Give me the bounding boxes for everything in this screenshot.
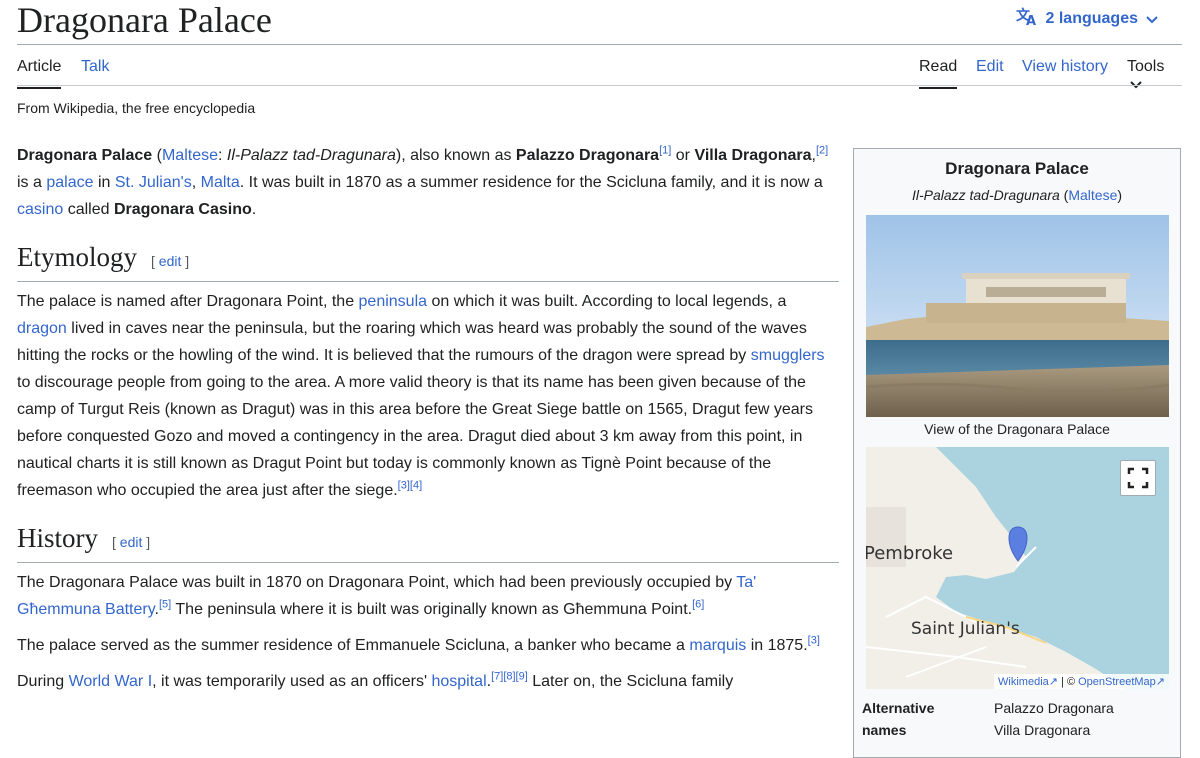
text: in <box>93 174 115 191</box>
text: . <box>251 201 257 218</box>
history-paragraph-1: The Dragonara Palace was built in 1870 o… <box>17 569 839 623</box>
text: ) <box>1117 187 1123 203</box>
chevron-down-icon <box>1146 11 1158 27</box>
translate-icon: 文A <box>1016 6 1038 31</box>
link-palace[interactable]: palace <box>46 174 93 191</box>
alt-name: Villa Dragonara <box>994 722 1091 738</box>
external-link-icon: ↗ <box>1155 676 1165 688</box>
languages-label: 2 languages <box>1045 9 1138 27</box>
map-attribution: Wikimedia↗ | © OpenStreetMap↗ <box>994 674 1169 689</box>
ref-2[interactable]: [2] <box>816 145 828 157</box>
tagline: From Wikipedia, the free encyclopedia <box>17 100 256 116</box>
link-openstreetmap[interactable]: OpenStreetMap <box>1078 676 1156 688</box>
location-map[interactable]: Pembroke Saint Julian's Wikimedia↗ | © O… <box>866 447 1169 689</box>
link-hospital[interactable]: hospital <box>431 673 486 690</box>
ref-7[interactable]: [7] <box>491 671 503 683</box>
text: . It was built in 1870 as a summer resid… <box>239 174 823 191</box>
text: The palace is named after Dragonara Poin… <box>17 293 359 310</box>
link-maltese[interactable]: Maltese <box>162 147 218 164</box>
native-name: Il-Palazz tad-Dragunara <box>911 187 1060 203</box>
page-tabs: Article Talk Read Edit View history Tool… <box>17 50 1182 89</box>
text: , it was temporarily used as an officers… <box>152 673 432 690</box>
link-smugglers[interactable]: smugglers <box>751 347 825 364</box>
tools-menu[interactable]: Tools <box>1127 58 1182 94</box>
fullscreen-icon <box>1127 467 1149 489</box>
text: on which it was built. According to loca… <box>427 293 787 310</box>
infobox: Dragonara Palace Il-Palazz tad-Dragunara… <box>853 148 1181 758</box>
native-name: Il-Palazz tad-Dragunara <box>226 147 396 164</box>
bold-term: Palazzo Dragonara <box>515 147 660 164</box>
tab-talk[interactable]: Talk <box>81 58 109 76</box>
ref-6[interactable]: [6] <box>692 599 704 611</box>
bold-term: Dragonara Palace <box>17 147 153 164</box>
bold-term: Dragonara Casino <box>113 201 252 218</box>
intro-paragraph: Dragonara Palace (Maltese: Il-Palazz tad… <box>17 142 839 223</box>
photo-caption: View of the Dragonara Palace <box>924 421 1110 437</box>
page-title: Dragonara Palace <box>17 0 272 40</box>
edit-section-link[interactable]: edit <box>159 253 182 269</box>
text: is a <box>17 174 47 191</box>
tab-article[interactable]: Article <box>17 58 62 89</box>
link-malta[interactable]: Malta <box>201 174 240 191</box>
ref-3[interactable]: [3] <box>398 480 410 492</box>
external-link-icon: ↗ <box>1048 676 1058 688</box>
etymology-paragraph: The palace is named after Dragonara Poin… <box>17 288 839 504</box>
section-heading-etymology: Etymology[ edit ] <box>17 241 839 282</box>
section-heading-history: History[ edit ] <box>17 522 839 563</box>
ref-9[interactable]: [9] <box>516 671 528 683</box>
text: The Dragonara Palace was built in 1870 o… <box>17 574 737 591</box>
history-paragraph-2: The palace served as the summer residenc… <box>17 632 839 659</box>
link-wikimedia[interactable]: Wikimedia <box>998 676 1049 688</box>
text: lived in caves near the peninsula, but t… <box>17 320 807 364</box>
link-maltese[interactable]: Maltese <box>1068 187 1117 203</box>
ref-5[interactable]: [5] <box>159 599 171 611</box>
palace-photo[interactable] <box>866 215 1169 417</box>
text: The palace served as the summer residenc… <box>17 637 690 654</box>
tab-read[interactable]: Read <box>919 58 958 89</box>
title-divider <box>17 44 1182 45</box>
text: During <box>17 673 69 690</box>
history-paragraph-3: During World War I, it was temporarily u… <box>17 668 839 695</box>
tab-edit[interactable]: Edit <box>976 58 1004 76</box>
svg-text:A: A <box>1026 14 1036 26</box>
text: in 1875. <box>746 637 808 654</box>
infobox-label: Alternative names <box>862 700 935 738</box>
link-peninsula[interactable]: peninsula <box>359 293 428 310</box>
text: : <box>218 147 227 164</box>
text: | © <box>1057 676 1079 688</box>
text: Later on, the Scicluna family <box>527 673 734 690</box>
ref-3[interactable]: [3] <box>808 635 820 647</box>
link-st-julians[interactable]: St. Julian's <box>115 174 192 191</box>
bold-term: Villa Dragonara <box>694 147 812 164</box>
article-body: Dragonara Palace (Maltese: Il-Palazz tad… <box>17 142 839 704</box>
heading-text: Etymology <box>17 242 137 272</box>
ref-8[interactable]: [8] <box>503 671 515 683</box>
link-dragon[interactable]: dragon <box>17 320 67 337</box>
infobox-native-name: Il-Palazz tad-Dragunara (Maltese) <box>854 187 1180 203</box>
text: ), also known as <box>395 147 516 164</box>
infobox-title: Dragonara Palace <box>945 159 1089 178</box>
map-label-saint-julians: Saint Julian's <box>911 619 1020 639</box>
text: The peninsula where it is built was orig… <box>171 601 693 618</box>
edit-section-link[interactable]: edit <box>120 534 143 550</box>
heading-text: History <box>17 523 98 553</box>
ref-4[interactable]: [4] <box>410 480 422 492</box>
ref-1[interactable]: [1] <box>659 145 671 157</box>
link-marquis[interactable]: marquis <box>689 637 746 654</box>
text: called <box>63 201 114 218</box>
link-world-war-i[interactable]: World War I <box>69 673 153 690</box>
infobox-value: Palazzo Dragonara Villa Dragonara <box>994 697 1174 741</box>
text: or <box>671 147 695 164</box>
tabs-divider <box>17 85 1182 86</box>
tools-label: Tools <box>1127 58 1165 75</box>
map-label-pembroke: Pembroke <box>866 543 953 564</box>
text: ( <box>152 147 162 164</box>
alt-name: Palazzo Dragonara <box>994 700 1114 716</box>
link-casino[interactable]: casino <box>17 201 63 218</box>
map-fullscreen-button[interactable] <box>1120 460 1156 496</box>
language-selector[interactable]: 文A 2 languages <box>1016 6 1158 31</box>
text: , <box>191 174 201 191</box>
tab-view-history[interactable]: View history <box>1022 58 1108 76</box>
